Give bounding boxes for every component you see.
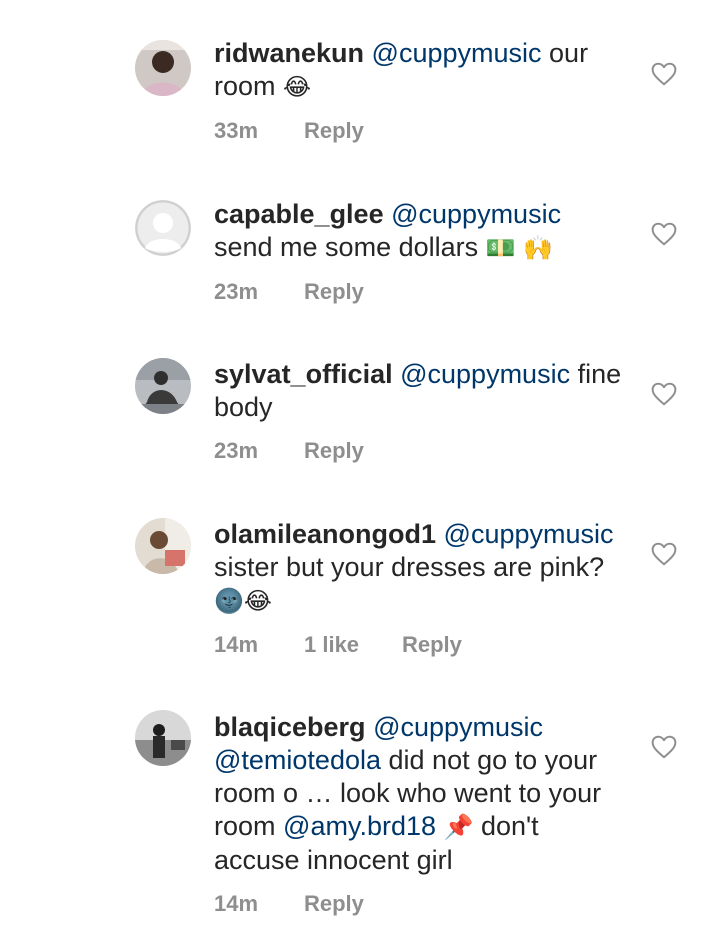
avatar[interactable]: [135, 518, 191, 574]
user-photo-avatar: [135, 710, 191, 766]
reply-button[interactable]: Reply: [304, 891, 364, 917]
comment-emoji: 💵 🙌: [485, 234, 554, 262]
pushpin-emoji: 📌: [443, 813, 474, 841]
comment-time: 23m: [214, 438, 259, 463]
avatar[interactable]: [135, 200, 191, 256]
comment-time: 33m: [214, 118, 259, 143]
heart-outline-icon[interactable]: [651, 382, 677, 406]
comment-text: ridwanekun @cuppymusic our room 😂: [214, 37, 624, 104]
comment-username[interactable]: sylvat_official: [214, 359, 393, 389]
comment-emoji: 😂: [283, 73, 312, 101]
comment-username[interactable]: capable_glee: [214, 199, 384, 229]
default-avatar-icon: [135, 200, 191, 256]
user-photo-avatar: [135, 358, 191, 414]
comment-meta: 14m Reply: [214, 891, 624, 917]
comment-mention[interactable]: @cuppymusic: [444, 519, 614, 549]
heart-outline-icon[interactable]: [651, 222, 677, 246]
comment-meta: 23m Reply: [214, 438, 624, 464]
reply-button[interactable]: Reply: [304, 118, 364, 144]
comment-mention[interactable]: @temiotedola: [214, 745, 381, 775]
user-photo-avatar: [135, 40, 191, 96]
comment-emoji: 🌚😂: [214, 587, 272, 615]
likes-count[interactable]: 1 like: [304, 632, 402, 658]
comment-time: 14m: [214, 632, 259, 657]
comment-text: olamileanongod1 @cuppymusic sister but y…: [214, 518, 624, 618]
comment-meta: 14m 1 like Reply: [214, 632, 624, 658]
comment-body: sister but your dresses are pink?: [214, 552, 605, 582]
avatar[interactable]: [135, 710, 191, 766]
comment-mention[interactable]: @amy.brd18: [283, 811, 436, 841]
comment-mention[interactable]: @cuppymusic: [391, 199, 561, 229]
heart-outline-icon[interactable]: [651, 735, 677, 759]
comment-username[interactable]: ridwanekun: [214, 38, 364, 68]
heart-outline-icon[interactable]: [651, 62, 677, 86]
comment-time: 23m: [214, 279, 259, 304]
comment-text: sylvat_official @cuppymusic fine body: [214, 358, 624, 424]
avatar[interactable]: [135, 358, 191, 414]
comment-mention[interactable]: @cuppymusic: [400, 359, 570, 389]
comment-mention[interactable]: @cuppymusic: [372, 38, 542, 68]
comment-meta: 33m Reply: [214, 118, 624, 144]
comment-username[interactable]: blaqiceberg: [214, 712, 366, 742]
comment-text: capable_glee @cuppymusic send me some do…: [214, 198, 624, 265]
comment-meta: 23m Reply: [214, 279, 624, 305]
comment-text: blaqiceberg @cuppymusic @temiotedola did…: [214, 711, 624, 877]
comment-body: send me some dollars: [214, 232, 479, 262]
heart-outline-icon[interactable]: [651, 542, 677, 566]
reply-button[interactable]: Reply: [402, 632, 462, 658]
user-photo-avatar: [135, 518, 191, 574]
comment-mention[interactable]: @cuppymusic: [373, 712, 543, 742]
reply-button[interactable]: Reply: [304, 279, 364, 305]
comment-time: 14m: [214, 891, 259, 916]
comment-username[interactable]: olamileanongod1: [214, 519, 436, 549]
avatar[interactable]: [135, 40, 191, 96]
reply-button[interactable]: Reply: [304, 438, 364, 464]
